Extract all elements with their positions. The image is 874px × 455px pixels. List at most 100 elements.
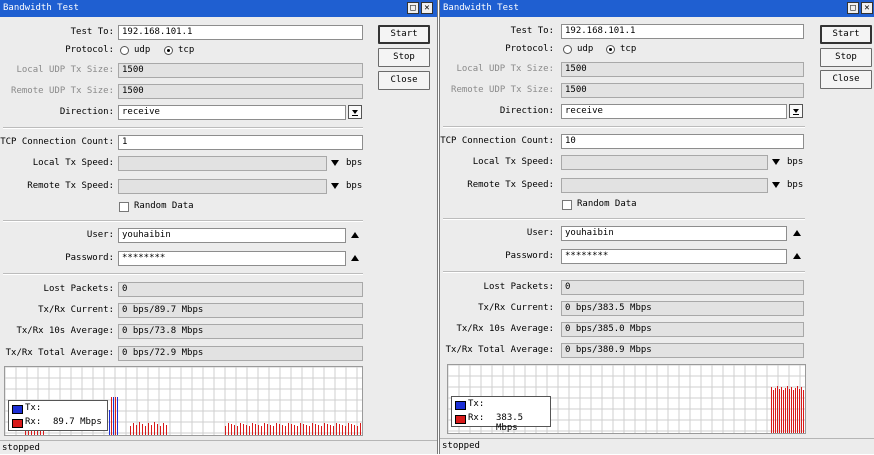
traffic-bar bbox=[115, 397, 116, 435]
direction-label: Direction: bbox=[59, 107, 114, 117]
remote-tx-speed-label: Remote Tx Speed: bbox=[467, 180, 554, 190]
traffic-bar bbox=[354, 425, 355, 435]
bandwidth-test-window-1: Bandwidth Test □ ✕ Test To: 192.168.101.… bbox=[0, 0, 438, 454]
traffic-bar bbox=[148, 423, 149, 435]
random-data-label: Random Data bbox=[134, 201, 194, 211]
direction-label: Direction: bbox=[499, 106, 554, 116]
traffic-bar bbox=[318, 425, 319, 435]
traffic-bar bbox=[111, 397, 112, 435]
password-collapse-icon[interactable] bbox=[793, 253, 801, 259]
protocol-label: Protocol: bbox=[505, 44, 554, 54]
remote-tx-speed-unit: bps bbox=[346, 181, 363, 191]
traffic-graph: Tx: Rx: 383.5 Mbps bbox=[447, 364, 806, 434]
traffic-bar bbox=[243, 424, 244, 435]
protocol-tcp-radio[interactable] bbox=[164, 46, 173, 55]
tx-rx-total-average-label: Tx/Rx Total Average: bbox=[445, 345, 554, 355]
traffic-bar bbox=[793, 390, 794, 433]
user-label: User: bbox=[86, 230, 114, 240]
random-data-checkbox[interactable] bbox=[562, 200, 572, 210]
direction-dropdown-icon[interactable] bbox=[789, 104, 803, 118]
traffic-bar bbox=[348, 423, 349, 435]
remote-tx-speed-dropdown-icon[interactable] bbox=[772, 182, 780, 188]
traffic-bar bbox=[279, 424, 280, 435]
random-data-checkbox[interactable] bbox=[119, 202, 129, 212]
protocol-tcp-radio[interactable] bbox=[606, 45, 615, 54]
window-title-bar[interactable]: Bandwidth Test □ ✕ bbox=[440, 0, 874, 17]
protocol-label: Protocol: bbox=[65, 45, 114, 55]
tx-legend-label: Tx: bbox=[468, 399, 485, 409]
tx-legend-label: Tx: bbox=[25, 403, 42, 413]
user-label: User: bbox=[526, 228, 554, 238]
traffic-bar bbox=[799, 389, 800, 433]
tx-swatch bbox=[12, 405, 23, 414]
test-to-input[interactable]: 192.168.101.1 bbox=[561, 24, 804, 39]
password-input[interactable]: ******** bbox=[118, 251, 346, 266]
password-input[interactable]: ******** bbox=[561, 249, 787, 264]
remote-udp-tx-size-field: 1500 bbox=[118, 84, 363, 99]
separator bbox=[3, 273, 363, 275]
user-input[interactable]: youhaibin bbox=[118, 228, 346, 243]
tcp-connection-count-input[interactable]: 1 bbox=[118, 135, 363, 150]
protocol-udp-radio[interactable] bbox=[563, 45, 572, 54]
rx-legend-label: Rx: bbox=[468, 413, 485, 423]
local-udp-tx-size-label: Local UDP Tx Size: bbox=[456, 64, 554, 74]
traffic-bar bbox=[258, 425, 259, 435]
remote-tx-speed-input[interactable] bbox=[561, 178, 768, 193]
traffic-bar bbox=[130, 426, 131, 435]
close-icon[interactable]: ✕ bbox=[861, 2, 873, 14]
traffic-bar bbox=[791, 387, 792, 433]
random-data-label: Random Data bbox=[577, 199, 637, 209]
traffic-bar bbox=[321, 426, 322, 435]
local-tx-speed-dropdown-icon[interactable] bbox=[331, 160, 339, 166]
stop-button[interactable]: Stop bbox=[378, 48, 430, 67]
traffic-bar bbox=[357, 426, 358, 435]
user-input[interactable]: youhaibin bbox=[561, 226, 787, 241]
close-icon[interactable]: ✕ bbox=[421, 2, 433, 14]
password-collapse-icon[interactable] bbox=[351, 255, 359, 261]
protocol-udp-radio[interactable] bbox=[120, 46, 129, 55]
lost-packets-label: Lost Packets: bbox=[43, 284, 114, 294]
lost-packets-value: 0 bbox=[118, 282, 363, 297]
direction-dropdown-icon[interactable] bbox=[348, 105, 362, 119]
remote-tx-speed-dropdown-icon[interactable] bbox=[331, 183, 339, 189]
close-button[interactable]: Close bbox=[378, 71, 430, 90]
user-collapse-icon[interactable] bbox=[793, 230, 801, 236]
tx-rx-current-value: 0 bps/89.7 Mbps bbox=[118, 303, 363, 318]
traffic-bar bbox=[797, 386, 798, 433]
start-button[interactable]: Start bbox=[820, 25, 872, 44]
traffic-bar bbox=[273, 426, 274, 435]
local-tx-speed-label: Local Tx Speed: bbox=[32, 158, 114, 168]
close-button[interactable]: Close bbox=[820, 70, 872, 89]
lost-packets-label: Lost Packets: bbox=[483, 282, 554, 292]
direction-select[interactable]: receive bbox=[561, 104, 787, 119]
test-to-label: Test To: bbox=[70, 27, 114, 37]
local-tx-speed-input[interactable] bbox=[561, 155, 768, 170]
traffic-bar bbox=[117, 397, 118, 435]
start-button[interactable]: Start bbox=[378, 25, 430, 44]
traffic-bar bbox=[773, 390, 774, 433]
local-tx-speed-dropdown-icon[interactable] bbox=[772, 159, 780, 165]
traffic-graph: Tx: Rx: 89.7 Mbps bbox=[4, 366, 363, 436]
traffic-bar bbox=[783, 390, 784, 433]
tx-rx-current-value: 0 bps/383.5 Mbps bbox=[561, 301, 804, 316]
traffic-bar bbox=[270, 425, 271, 435]
tx-rx-10s-average-label: Tx/Rx 10s Average: bbox=[16, 326, 114, 336]
tx-rx-current-label: Tx/Rx Current: bbox=[38, 305, 114, 315]
remote-udp-tx-size-label: Remote UDP Tx Size: bbox=[451, 85, 554, 95]
traffic-bar bbox=[240, 423, 241, 435]
traffic-bar bbox=[775, 388, 776, 433]
user-collapse-icon[interactable] bbox=[351, 232, 359, 238]
test-to-input[interactable]: 192.168.101.1 bbox=[118, 25, 363, 40]
remote-tx-speed-input[interactable] bbox=[118, 179, 327, 194]
direction-select[interactable]: receive bbox=[118, 105, 346, 120]
traffic-bar bbox=[142, 424, 143, 435]
separator bbox=[3, 127, 363, 129]
tcp-connection-count-input[interactable]: 10 bbox=[561, 134, 804, 149]
window-title-bar[interactable]: Bandwidth Test □ ✕ bbox=[0, 0, 437, 17]
restore-icon[interactable]: □ bbox=[847, 2, 859, 14]
local-tx-speed-input[interactable] bbox=[118, 156, 327, 171]
stop-button[interactable]: Stop bbox=[820, 48, 872, 67]
traffic-bar bbox=[315, 424, 316, 435]
restore-icon[interactable]: □ bbox=[407, 2, 419, 14]
tx-rx-10s-average-value: 0 bps/385.0 Mbps bbox=[561, 322, 804, 337]
